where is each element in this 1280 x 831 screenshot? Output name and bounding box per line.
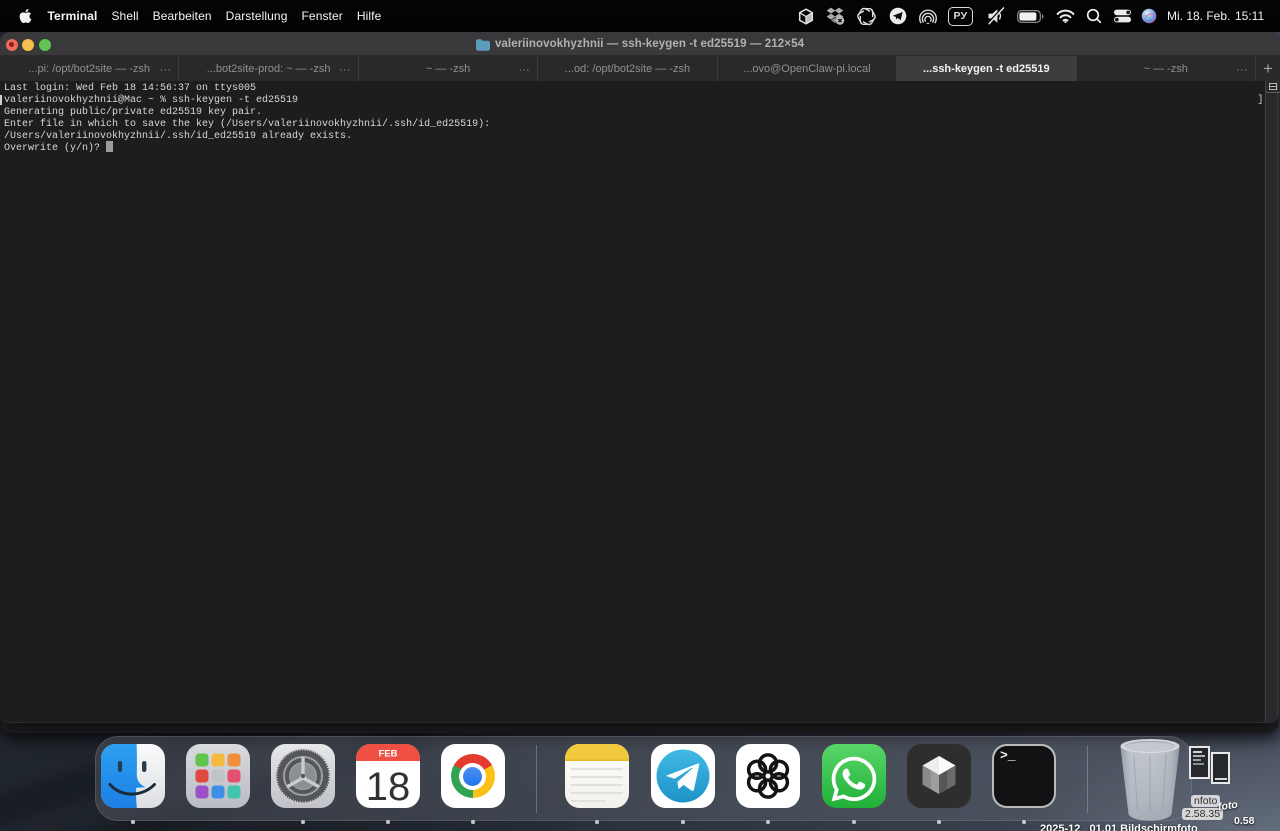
svg-text:FEB: FEB <box>378 749 397 760</box>
svg-text:18: 18 <box>365 765 410 808</box>
